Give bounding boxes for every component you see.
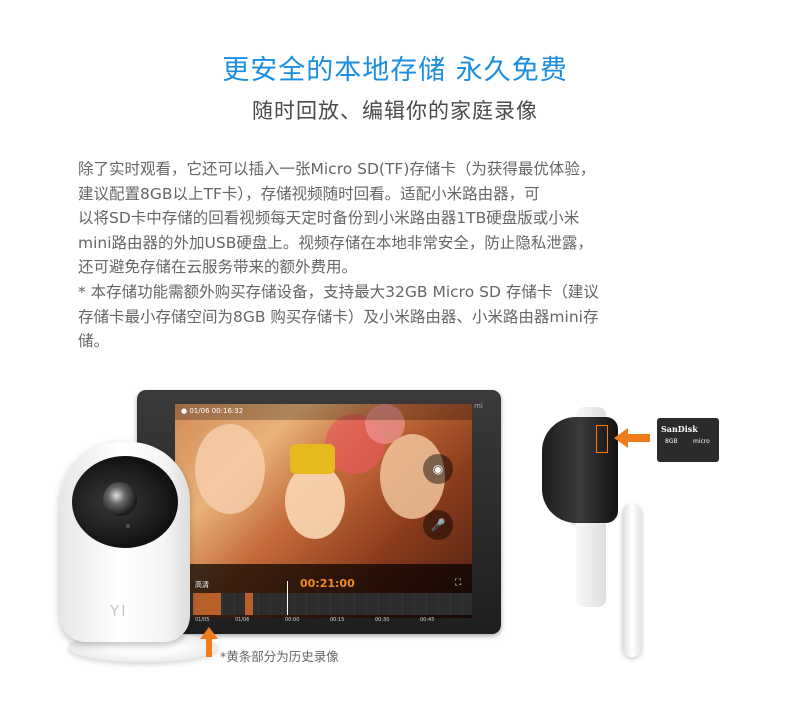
- description-line: mini路由器的外加USB硬盘上。视频存储在本地非常安全，防止隐私泄露，: [78, 233, 593, 252]
- description-line: 还可避免存储在云服务带来的额外费用。: [78, 258, 358, 277]
- tick-label: 00:00: [285, 617, 300, 623]
- camera-brand-logo: YI: [110, 602, 128, 620]
- history-segment[interactable]: [193, 593, 221, 615]
- tick-label: 01/06: [235, 617, 250, 623]
- headline: 更安全的本地存储 永久免费: [222, 55, 568, 86]
- footnote-line: 存储卡最小存储空间为8GB 购买存储卡）及小米路由器、小米路由器mini存: [78, 307, 599, 326]
- yi-camera-product: YI: [60, 442, 218, 662]
- description-line: 以将SD卡中存储的回看视频每天定时备份到小米路由器1TB硬盘版或小米: [78, 209, 580, 228]
- history-note: *黄条部分为历史录像: [220, 649, 339, 664]
- arrow-left-icon: [614, 428, 650, 448]
- sd-card-capacity: 8GB: [665, 438, 678, 445]
- tablet-logo: mi: [474, 402, 483, 410]
- hd-quality-toggle[interactable]: 高清: [195, 580, 209, 590]
- subheadline: 随时回放、编辑你的家庭录像: [252, 99, 538, 123]
- camera-icon[interactable]: ◉: [423, 454, 453, 484]
- microphone-icon[interactable]: 🎤: [423, 510, 453, 540]
- footnote-line: 储。: [78, 332, 110, 351]
- camera-lens: [103, 482, 137, 516]
- sd-card: SanDisk 8GB micro: [657, 418, 719, 462]
- camera-body: YI: [60, 442, 190, 642]
- timeline-cursor[interactable]: [287, 581, 288, 615]
- timeline-ticks: 01/05 01/06 00:00 00:15 00:30 00:45: [175, 617, 472, 627]
- description-text: 除了实时观看，它还可以插入一张Micro SD(TF)存储卡（为获得最优体验， …: [78, 157, 718, 354]
- tick-label: 00:30: [375, 617, 390, 623]
- history-segment[interactable]: [245, 593, 253, 615]
- camera-base-plate: [622, 503, 642, 657]
- footnote-line: * 本存储功能需额外购买存储设备，支持最大32GB Micro SD 存储卡（建…: [78, 282, 599, 301]
- playback-timeline[interactable]: [175, 581, 472, 615]
- sd-card-brand: SanDisk: [661, 424, 698, 434]
- tick-label: 00:45: [420, 617, 435, 623]
- camera-led: [126, 524, 130, 528]
- description-line: 建议配置8GB以上TF卡），存储视频随时回看。适配小米路由器，可: [78, 184, 540, 203]
- tick-label: 01/05: [195, 617, 210, 623]
- description-line: 除了实时观看，它还可以插入一张Micro SD(TF)存储卡（为获得最优体验，: [78, 160, 596, 178]
- tick-label: 00:15: [330, 617, 345, 623]
- arrow-up-icon: [200, 627, 218, 657]
- recording-timestamp: ● 01/06 00:16:32: [181, 407, 244, 415]
- sd-card-type: micro: [693, 438, 710, 445]
- sd-card-slot: [596, 425, 608, 453]
- playback-time: 00:21:00: [300, 577, 355, 590]
- fullscreen-icon[interactable]: ⛶: [455, 578, 461, 588]
